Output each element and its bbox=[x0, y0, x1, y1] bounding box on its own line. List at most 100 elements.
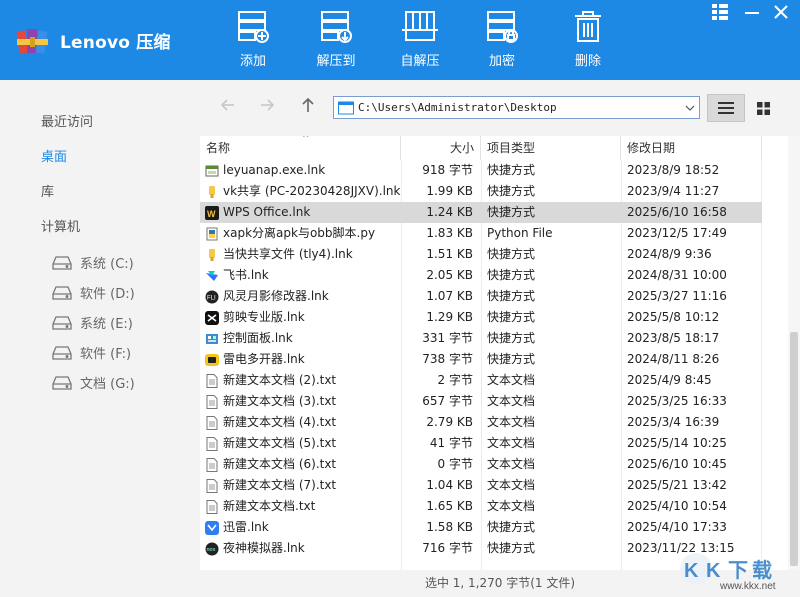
column-type[interactable]: 项目类型 bbox=[481, 136, 621, 160]
drive-f[interactable]: 软件 (F:) bbox=[52, 343, 131, 362]
file-row[interactable]: FLI 风灵月影修改器.lnk 1.07 KB 快捷方式 2025/3/27 11:16 bbox=[200, 286, 762, 307]
address-path[interactable]: C:\Users\Administrator\Desktop bbox=[358, 101, 681, 114]
scrollbar-thumb[interactable] bbox=[790, 332, 798, 566]
add-label: 添加 bbox=[239, 54, 266, 69]
file-name-cell[interactable]: 飞书.lnk bbox=[205, 265, 401, 286]
file-row[interactable]: 新建文本文档 (5).txt 41 字节 文本文档 2025/5/14 10:25 bbox=[200, 433, 762, 454]
up-button[interactable] bbox=[298, 97, 318, 117]
file-row[interactable]: xapk分离apk与obb脚本.py 1.83 KB Python File 2023… bbox=[200, 223, 762, 244]
drive-c[interactable]: 系统 (C:) bbox=[52, 253, 134, 272]
add-button[interactable]: 添加 bbox=[218, 10, 288, 72]
minimize-button[interactable] bbox=[743, 3, 767, 23]
drive-label: 软件 (F:) bbox=[80, 347, 132, 362]
file-name-cell[interactable]: xapk分离apk与obb脚本.py bbox=[205, 223, 401, 244]
file-name-cell[interactable]: 新建文本文档 (3).txt bbox=[205, 391, 401, 412]
menu-button[interactable] bbox=[711, 3, 735, 23]
arrow-right-icon bbox=[261, 99, 275, 111]
extract-to-button[interactable]: 解压到 bbox=[301, 10, 371, 72]
file-row[interactable]: 飞书.lnk 2.05 KB 快捷方式 2024/8/31 10:00 bbox=[200, 265, 762, 286]
nav-desktop[interactable]: 桌面 bbox=[41, 146, 67, 165]
ldplayer-icon bbox=[205, 353, 219, 367]
file-name-cell[interactable]: 新建文本文档 (4).txt bbox=[205, 412, 401, 433]
file-name-cell[interactable]: FLI 风灵月影修改器.lnk bbox=[205, 286, 401, 307]
file-name-cell[interactable]: vk共享 (PC-20230428JJXV).lnk bbox=[205, 181, 401, 202]
drive-icon bbox=[52, 315, 72, 330]
encrypt-button[interactable]: 加密 bbox=[467, 10, 537, 72]
file-row[interactable]: 迅雷.lnk 1.58 KB 快捷方式 2025/4/10 17:33 bbox=[200, 517, 762, 538]
file-type: 快捷方式 bbox=[487, 541, 536, 555]
file-row[interactable]: 新建文本文档 (6).txt 0 字节 文本文档 2025/6/10 10:45 bbox=[200, 454, 762, 475]
file-row[interactable]: 新建文本文档 (4).txt 2.79 KB 文本文档 2025/3/4 16:39 bbox=[200, 412, 762, 433]
grid-view-button[interactable] bbox=[745, 94, 781, 122]
file-name-cell[interactable]: 控制面板.lnk bbox=[205, 328, 401, 349]
file-name-cell[interactable]: 雷电多开器.lnk bbox=[205, 349, 401, 370]
file-size: 0 字节 bbox=[437, 457, 473, 471]
drive-label: 软件 (D:) bbox=[80, 287, 135, 302]
file-size: 1.51 KB bbox=[426, 247, 473, 261]
file-name-cell[interactable]: 新建文本文档 (2).txt bbox=[205, 370, 401, 391]
file-type: 文本文档 bbox=[487, 457, 536, 471]
back-button[interactable] bbox=[218, 97, 238, 117]
drive-d[interactable]: 软件 (D:) bbox=[52, 283, 135, 302]
top-toolbar: Lenovo 压缩 添加 解压到 自解压 加密 删除 bbox=[0, 0, 800, 80]
drive-e[interactable]: 系统 (E:) bbox=[52, 313, 133, 332]
file-name: 风灵月影修改器.lnk bbox=[223, 289, 329, 303]
folder-icon bbox=[338, 101, 354, 114]
svg-text:载: 载 bbox=[752, 558, 772, 582]
file-date: 2023/8/5 18:17 bbox=[627, 331, 720, 345]
file-name-cell[interactable]: 新建文本文档 (6).txt bbox=[205, 454, 401, 475]
file-name-cell[interactable]: 新建文本文档 (5).txt bbox=[205, 433, 401, 454]
arrow-up-icon bbox=[302, 97, 314, 112]
forward-button[interactable] bbox=[257, 97, 277, 117]
control-panel-icon bbox=[205, 332, 219, 346]
file-date: 2025/4/10 17:33 bbox=[627, 520, 727, 534]
file-row[interactable]: 当快共享文件 (tly4).lnk 1.51 KB 快捷方式 2024/8/9 9:3… bbox=[200, 244, 762, 265]
file-name: vk共享 (PC-20230428JJXV).lnk bbox=[223, 184, 401, 198]
nav-library[interactable]: 库 bbox=[41, 181, 54, 200]
file-name-cell[interactable]: leyuanap.exe.lnk bbox=[205, 160, 401, 181]
file-name: 新建文本文档 (2).txt bbox=[223, 373, 337, 387]
svg-text:W: W bbox=[207, 209, 216, 219]
app-logo: Lenovo 压缩 bbox=[16, 25, 171, 55]
file-name-cell[interactable]: nox 夜神模拟器.lnk bbox=[205, 538, 401, 559]
file-row[interactable]: 剪映专业版.lnk 1.29 KB 快捷方式 2025/5/8 10:12 bbox=[200, 307, 762, 328]
file-type: 文本文档 bbox=[487, 415, 536, 429]
file-name: 新建文本文档.txt bbox=[223, 499, 316, 513]
file-row[interactable]: 雷电多开器.lnk 738 字节 快捷方式 2024/8/11 8:26 bbox=[200, 349, 762, 370]
exe-shortcut-icon bbox=[205, 164, 219, 178]
file-row[interactable]: 控制面板.lnk 331 字节 快捷方式 2023/8/5 18:17 bbox=[200, 328, 762, 349]
file-name-cell[interactable]: W WPS Office.lnk bbox=[205, 202, 401, 223]
watermark-url: www.kkx.net bbox=[720, 581, 776, 592]
drive-g[interactable]: 文档 (G:) bbox=[52, 373, 135, 392]
nav-recent[interactable]: 最近访问 bbox=[41, 111, 93, 130]
text-file-icon bbox=[205, 373, 219, 388]
text-file-icon bbox=[205, 415, 219, 430]
trainer-icon: FLI bbox=[205, 290, 219, 304]
text-file-icon bbox=[205, 499, 219, 514]
file-name-cell[interactable]: 新建文本文档.txt bbox=[205, 496, 401, 517]
file-row[interactable]: vk共享 (PC-20230428JJXV).lnk 1.99 KB 快捷方式 202… bbox=[200, 181, 762, 202]
file-row[interactable]: 新建文本文档 (3).txt 657 字节 文本文档 2025/3/25 16:33 bbox=[200, 391, 762, 412]
file-row[interactable]: 新建文本文档 (2).txt 2 字节 文本文档 2025/4/9 8:45 bbox=[200, 370, 762, 391]
file-name-cell[interactable]: 新建文本文档 (7).txt bbox=[205, 475, 401, 496]
column-size[interactable]: 大小 bbox=[401, 136, 481, 160]
file-name-cell[interactable]: 迅雷.lnk bbox=[205, 517, 401, 538]
file-size: 1.29 KB bbox=[426, 310, 473, 324]
file-row[interactable]: W WPS Office.lnk 1.24 KB 快捷方式 2025/6/10 16:5… bbox=[200, 202, 762, 223]
file-name-cell[interactable]: 当快共享文件 (tly4).lnk bbox=[205, 244, 401, 265]
file-name-cell[interactable]: 剪映专业版.lnk bbox=[205, 307, 401, 328]
file-row[interactable]: 新建文本文档 (7).txt 1.04 KB 文本文档 2025/5/21 13:42 bbox=[200, 475, 762, 496]
file-size: 1.65 KB bbox=[426, 499, 473, 513]
column-name[interactable]: 名称 ^ bbox=[200, 136, 401, 160]
delete-button[interactable]: 删除 bbox=[553, 10, 623, 72]
nav-computer[interactable]: 计算机 bbox=[41, 216, 80, 235]
self-extract-button[interactable]: 自解压 bbox=[385, 10, 455, 72]
close-button[interactable] bbox=[772, 3, 796, 23]
list-view-button[interactable] bbox=[707, 94, 745, 122]
file-type: 快捷方式 bbox=[487, 310, 536, 324]
column-date[interactable]: 修改日期 bbox=[621, 136, 762, 160]
address-bar[interactable]: C:\Users\Administrator\Desktop bbox=[333, 96, 700, 119]
file-row[interactable]: 新建文本文档.txt 1.65 KB 文本文档 2025/4/10 10:54 bbox=[200, 496, 762, 517]
address-dropdown[interactable] bbox=[681, 97, 699, 118]
file-row[interactable]: leyuanap.exe.lnk 918 字节 快捷方式 2023/8/9 18:52 bbox=[200, 160, 762, 181]
